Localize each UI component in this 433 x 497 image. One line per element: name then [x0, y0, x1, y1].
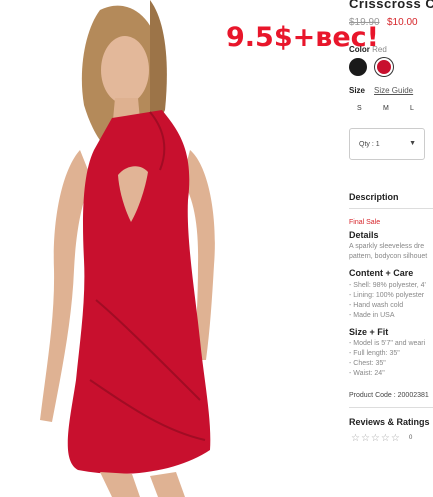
size-fit-line: - Chest: 35" — [349, 360, 386, 367]
content-care-heading: Content + Care — [349, 268, 414, 278]
details-line: A sparkly sleeveless dre — [349, 243, 425, 250]
review-count: 0 — [409, 435, 413, 441]
sale-price: $10.00 — [387, 17, 418, 28]
description-heading[interactable]: Description — [349, 192, 399, 202]
details-line: pattern, bodycon silhouet — [349, 253, 428, 260]
color-label: Color Red — [349, 45, 387, 54]
size-option-m[interactable]: M — [383, 105, 389, 112]
size-label-text: Size — [349, 86, 366, 95]
divider — [349, 208, 433, 209]
final-sale-label: Final Sale — [349, 219, 381, 226]
product-title: Crisscross Cu — [349, 0, 433, 11]
product-photo[interactable] — [0, 0, 333, 497]
size-option-s[interactable]: S — [357, 105, 362, 112]
reviews-heading[interactable]: Reviews & Ratings — [349, 417, 430, 427]
product-info-panel: Crisscross Cu $19.90 $10.00 Color Red Si… — [349, 0, 433, 497]
color-value: Red — [372, 45, 387, 54]
size-fit-line: - Model is 5'7" and weari — [349, 340, 426, 347]
size-fit-line: - Full length: 35" — [349, 350, 400, 357]
content-line: - Shell: 98% polyester, 4' — [349, 282, 426, 289]
product-code: Product Code : 20002381 — [349, 392, 429, 399]
content-line: - Made in USA — [349, 312, 395, 319]
quantity-value: Qty : 1 — [359, 141, 380, 148]
star-rating-icon[interactable]: ☆☆☆☆☆ — [351, 433, 401, 444]
size-guide-link[interactable]: Size Guide — [374, 86, 413, 95]
quantity-select[interactable]: Qty : 1 ▼ — [349, 128, 425, 160]
model-in-red-dress-image — [40, 0, 215, 497]
size-fit-line: - Waist: 24" — [349, 370, 385, 377]
original-price: $19.90 — [349, 17, 380, 28]
size-fit-heading: Size + Fit — [349, 327, 389, 337]
content-line: - Hand wash cold — [349, 302, 404, 309]
chevron-down-icon: ▼ — [409, 140, 416, 147]
size-label: Size — [349, 86, 365, 95]
color-label-text: Color — [349, 45, 370, 54]
details-heading: Details — [349, 230, 379, 240]
size-option-l[interactable]: L — [410, 105, 414, 112]
content-line: - Lining: 100% polyester — [349, 292, 425, 299]
color-swatch-black[interactable] — [349, 58, 367, 76]
divider — [349, 407, 433, 408]
color-swatch-red[interactable] — [375, 58, 393, 76]
